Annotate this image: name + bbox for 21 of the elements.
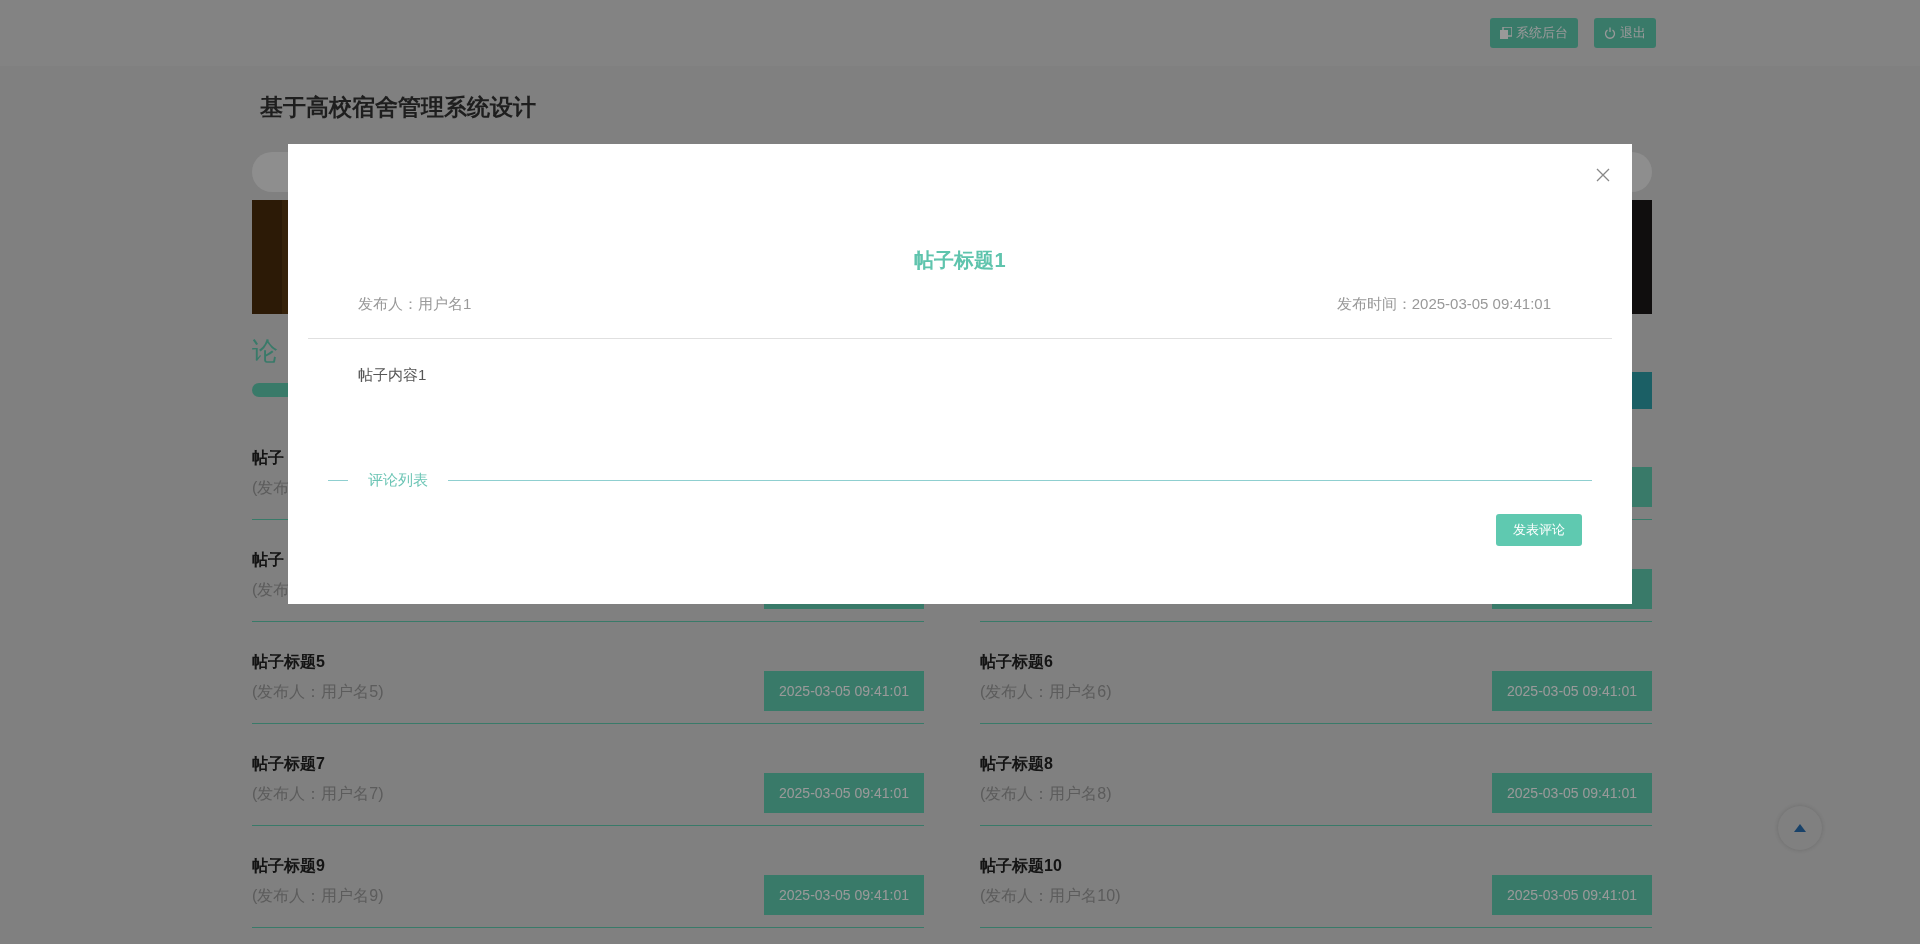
post-author: 发布人：用户名1: [358, 294, 472, 314]
post-date: 2025-03-05 09:41:01: [1492, 773, 1652, 813]
post-content: 帖子内容1: [357, 365, 428, 385]
post-title[interactable]: 帖子标题6: [980, 651, 1112, 673]
post-title[interactable]: 帖子: [252, 447, 290, 469]
post-title[interactable]: 帖子标题5: [252, 651, 384, 673]
post-title[interactable]: 帖子标题8: [980, 753, 1112, 775]
post-date: 2025-03-05 09:41:01: [1492, 875, 1652, 915]
post-time: 发布时间：2025-03-05 09:41:01: [1336, 294, 1551, 314]
comments-heading: 评论列表: [368, 471, 428, 490]
section-title: 论: [252, 335, 279, 368]
post-date: 2025-03-05 09:41:01: [764, 875, 924, 915]
post-date: 2025-03-05 09:41:01: [1492, 671, 1652, 711]
post-date: 2025-03-05 09:41:01: [764, 773, 924, 813]
site-title: 基于高校宿舍管理系统设计: [259, 93, 537, 122]
post-date: 2025-03-05 09:41:01: [764, 671, 924, 711]
post-title[interactable]: 帖子: [252, 549, 290, 571]
post-title: 帖子标题1: [913, 248, 1007, 272]
post-title[interactable]: 帖子标题10: [980, 855, 1121, 877]
post-title[interactable]: 帖子标题7: [252, 753, 384, 775]
post-title[interactable]: 帖子标题9: [252, 855, 384, 877]
